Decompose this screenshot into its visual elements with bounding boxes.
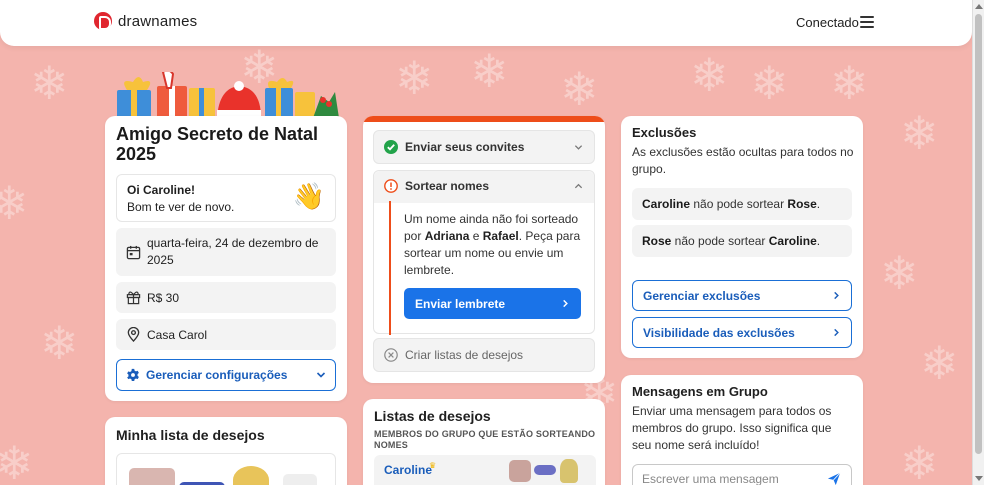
snowflake-icon: ❄ (0, 436, 34, 485)
check-circle-icon (384, 140, 398, 154)
scroll-down-arrow-icon[interactable] (975, 476, 983, 481)
wishlist-item-image (129, 468, 175, 485)
snowflake-icon: ❄ (40, 316, 79, 370)
message-input[interactable] (632, 464, 852, 485)
manage-settings-label: Gerenciar configurações (146, 368, 288, 382)
step-create-wishlists: Criar listas de desejos (373, 338, 595, 372)
snowflake-icon: ❄ (0, 176, 29, 230)
my-wishlist-title: Minha lista de desejos (116, 427, 265, 443)
wishlist-item-image (534, 465, 556, 475)
step-draw-names-label: Sortear nomes (405, 179, 490, 193)
manage-settings-button[interactable]: Gerenciar configurações (116, 359, 336, 391)
connection-status: Conectado (796, 15, 859, 30)
send-reminder-button[interactable]: Enviar lembrete (404, 288, 581, 319)
exclusions-description: As exclusões estão ocultas para todos no… (632, 145, 854, 176)
event-date: quarta-feira, 24 de dezembro de 2025 (147, 236, 319, 267)
chevron-right-icon (834, 291, 839, 300)
snowflake-icon: ❄ (470, 44, 509, 98)
member-name[interactable]: Caroline (384, 463, 432, 477)
chevron-down-icon (316, 372, 326, 378)
pending-member-name: Rafael (482, 229, 519, 243)
draw-names-message: Um nome ainda não foi sorteado por Adria… (404, 212, 581, 277)
chevron-up-icon[interactable] (574, 182, 583, 191)
drawnames-logo[interactable]: drawnames (94, 12, 197, 30)
progress-accent-bar (363, 116, 605, 122)
group-wishlists-card: Listas de desejos MEMBROS DO GRUPO QUE E… (363, 399, 605, 485)
wishlist-item-image (283, 474, 317, 485)
step-send-invites[interactable]: Enviar seus convites (373, 130, 595, 164)
snowflake-icon: ❄ (920, 336, 959, 390)
manage-exclusions-button[interactable]: Gerenciar exclusões (632, 280, 852, 311)
greeting-box: Oi Caroline! Bom te ver de novo. 👋 (116, 174, 336, 222)
exclusions-visibility-label: Visibilidade das exclusões (643, 325, 795, 340)
gift-icon (126, 291, 141, 305)
chevron-right-icon (834, 328, 839, 337)
step-send-invites-header: Enviar seus convites (384, 140, 524, 154)
brand-name: drawnames (118, 12, 198, 30)
step-send-invites-label: Enviar seus convites (405, 140, 525, 154)
wishlist-preview[interactable] (116, 453, 336, 485)
location-pin-icon (127, 327, 140, 342)
event-summary-card: Amigo Secreto de Natal 2025 Oi Caroline!… (105, 116, 347, 401)
page-scrollbar[interactable] (972, 0, 984, 485)
exclusion-item: Rose não pode sortear Caroline. (632, 225, 852, 257)
christmas-gifts-illustration (117, 72, 339, 118)
exclusion-item: Caroline não pode sortear Rose. (632, 188, 852, 220)
calendar-icon (126, 245, 141, 259)
draw-progress-card: Enviar seus convites Sortear nomes Um no… (363, 116, 605, 383)
snowflake-icon: ❄ (750, 56, 789, 110)
group-wishlists-subtitle: MEMBROS DO GRUPO QUE ESTÃO SORTEANDO NOM… (374, 429, 596, 450)
pending-member-name: Adriana (424, 229, 470, 243)
hamburger-icon[interactable] (860, 16, 874, 28)
step-draw-names: Sortear nomes Um nome ainda não foi sort… (373, 170, 595, 335)
exclusions-card: Exclusões As exclusões estão ocultas par… (621, 116, 863, 358)
waving-hand-icon: 👋 (292, 181, 325, 211)
chevron-down-icon (574, 145, 583, 150)
alert-circle-icon (384, 179, 398, 193)
wishlist-item-image (509, 460, 531, 482)
send-reminder-label: Enviar lembrete (415, 296, 506, 311)
group-wishlists-title: Listas de desejos (374, 408, 491, 424)
step-create-wishlists-header: Criar listas de desejos (384, 348, 523, 362)
member-wishlist-row[interactable]: Caroline ♛ (374, 455, 596, 485)
event-location-row: Casa Carol (116, 319, 336, 350)
manage-exclusions-label: Gerenciar exclusões (643, 288, 761, 303)
event-title: Amigo Secreto de Natal 2025 (116, 124, 319, 164)
step-draw-names-header: Sortear nomes (384, 179, 489, 193)
progress-timeline-line (389, 201, 391, 335)
snowflake-icon: ❄ (560, 62, 599, 116)
send-icon[interactable] (827, 472, 841, 485)
scroll-up-arrow-icon[interactable] (975, 4, 983, 9)
event-budget: R$ 30 (147, 290, 180, 305)
exclusions-visibility-button[interactable]: Visibilidade das exclusões (632, 317, 852, 348)
event-location: Casa Carol (147, 327, 208, 342)
top-navigation-bar: drawnames Conectado (0, 0, 972, 46)
snowflake-icon: ❄ (690, 48, 729, 102)
blocked-circle-icon (384, 348, 398, 362)
snowflake-icon: ❄ (900, 106, 939, 160)
snowflake-icon: ❄ (395, 51, 434, 105)
snowflake-icon: ❄ (30, 56, 69, 110)
event-budget-row: R$ 30 (116, 282, 336, 313)
drawnames-logo-icon (94, 12, 112, 30)
scrollbar-thumb[interactable] (975, 14, 982, 454)
exclusions-title: Exclusões (632, 125, 697, 140)
group-messages-title: Mensagens em Grupo (632, 384, 768, 399)
my-wishlist-card: Minha lista de desejos (105, 417, 347, 485)
chevron-right-icon (563, 299, 568, 308)
group-messages-card: Mensagens em Grupo Enviar uma mensagem p… (621, 375, 863, 485)
wishlist-item-image (560, 459, 578, 483)
step-create-wishlists-label: Criar listas de desejos (405, 348, 524, 362)
crown-icon: ♛ (429, 461, 437, 470)
snowflake-icon: ❄ (900, 436, 939, 485)
gear-icon (127, 368, 139, 382)
snowflake-icon: ❄ (830, 56, 869, 110)
wishlist-item-image (233, 466, 269, 485)
snowflake-icon: ❄ (880, 246, 919, 300)
group-messages-description: Enviar uma mensagem para todos os membro… (632, 404, 832, 452)
event-date-row: quarta-feira, 24 de dezembro de 2025 (116, 228, 336, 276)
